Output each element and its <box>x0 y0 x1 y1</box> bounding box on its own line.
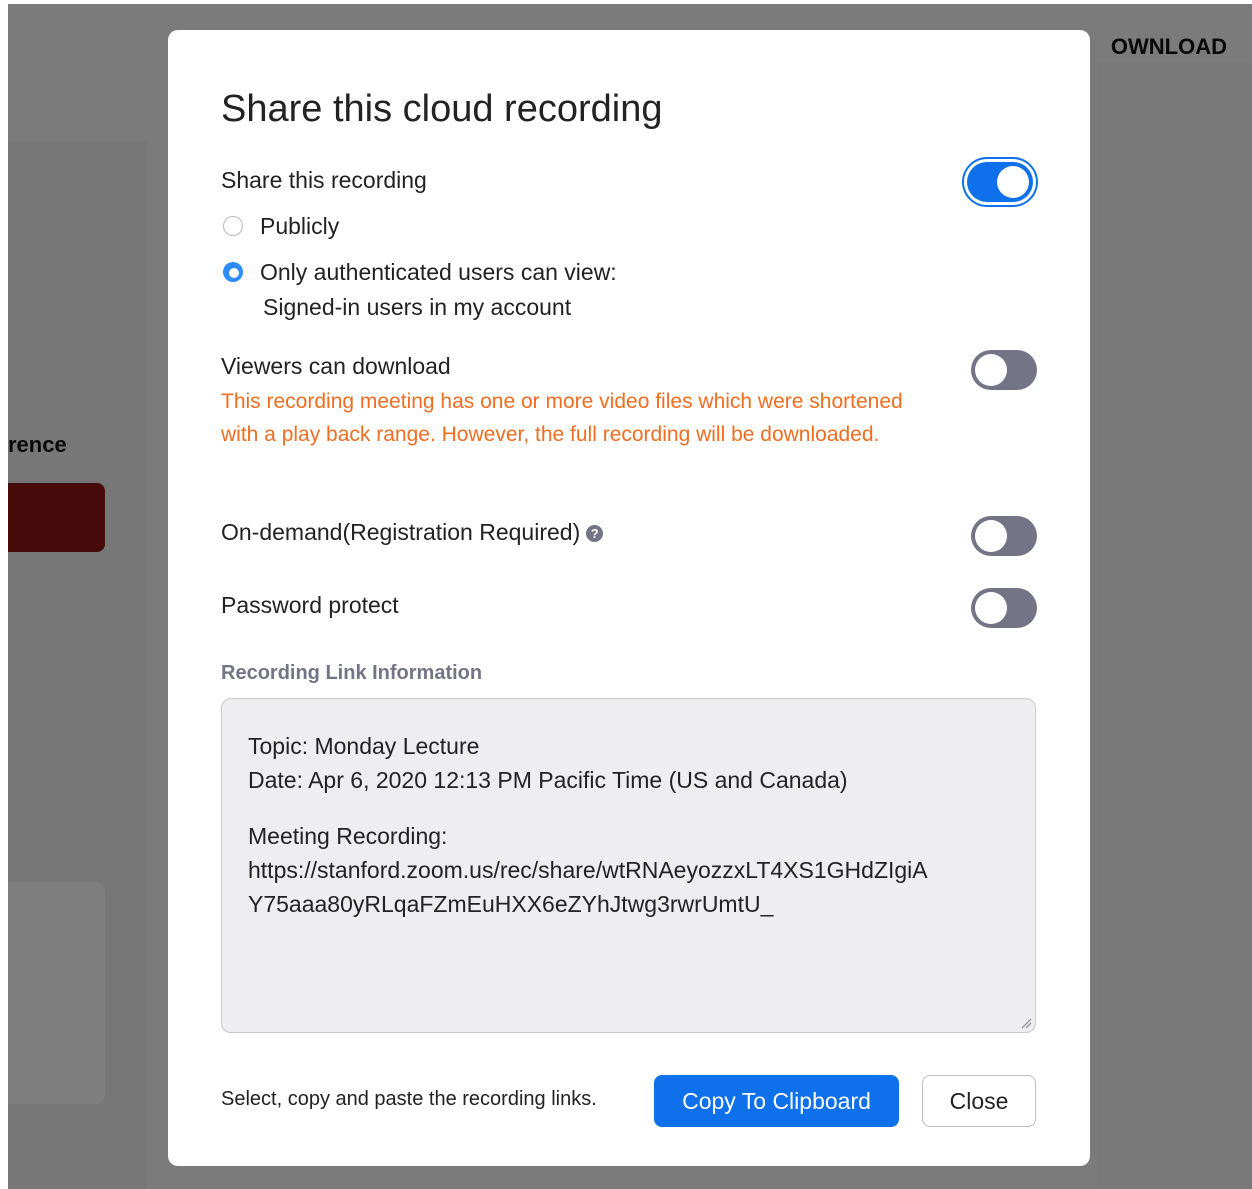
link-meeting-label: Meeting Recording: <box>248 823 448 849</box>
on-demand-toggle[interactable] <box>971 516 1037 556</box>
viewers-download-toggle[interactable] <box>971 350 1037 390</box>
link-url-line-2: Y75aaa80yRLqaFZmEuHXX6eZYhJtwg3rwrUmtU_ <box>248 891 774 917</box>
toggle-knob <box>997 166 1029 198</box>
on-demand-label: On-demand(Registration Required)? <box>221 518 604 546</box>
radio-publicly-label[interactable]: Publicly <box>260 212 339 240</box>
share-recording-label: Share this recording <box>221 167 427 193</box>
toggle-knob <box>975 520 1007 552</box>
link-date: Date: Apr 6, 2020 12:13 PM Pacific Time … <box>248 767 848 793</box>
dialog-title: Share this cloud recording <box>221 88 663 130</box>
toggle-knob <box>975 354 1007 386</box>
viewers-download-label: Viewers can download <box>221 353 451 379</box>
link-url-line-1: https://stanford.zoom.us/rec/share/wtRNA… <box>248 857 928 883</box>
question-circle-icon[interactable]: ? <box>586 525 604 542</box>
copy-hint-text: Select, copy and paste the recording lin… <box>221 1088 597 1110</box>
authenticated-scope-text: Signed-in users in my account <box>263 294 572 320</box>
radio-authenticated[interactable] <box>223 262 243 282</box>
radio-publicly[interactable] <box>223 216 243 236</box>
resize-handle-icon[interactable] <box>1020 1017 1032 1029</box>
password-protect-toggle[interactable] <box>971 588 1037 628</box>
password-protect-label: Password protect <box>221 592 399 618</box>
share-recording-toggle[interactable] <box>967 162 1033 202</box>
close-button[interactable]: Close <box>922 1075 1036 1127</box>
on-demand-label-text: On-demand(Registration Required) <box>221 519 581 545</box>
recording-link-textarea[interactable]: Topic: Monday Lecture Date: Apr 6, 2020 … <box>221 698 1036 1033</box>
share-recording-dialog: Share this cloud recording Share this re… <box>168 30 1090 1166</box>
toggle-knob <box>975 592 1007 624</box>
link-info-section-title: Recording Link Information <box>221 662 483 684</box>
radio-authenticated-label[interactable]: Only authenticated users can view: <box>260 258 617 286</box>
copy-to-clipboard-button[interactable]: Copy To Clipboard <box>654 1075 899 1127</box>
link-topic: Topic: Monday Lecture <box>248 733 480 759</box>
download-warning-text: This recording meeting has one or more v… <box>221 390 903 446</box>
